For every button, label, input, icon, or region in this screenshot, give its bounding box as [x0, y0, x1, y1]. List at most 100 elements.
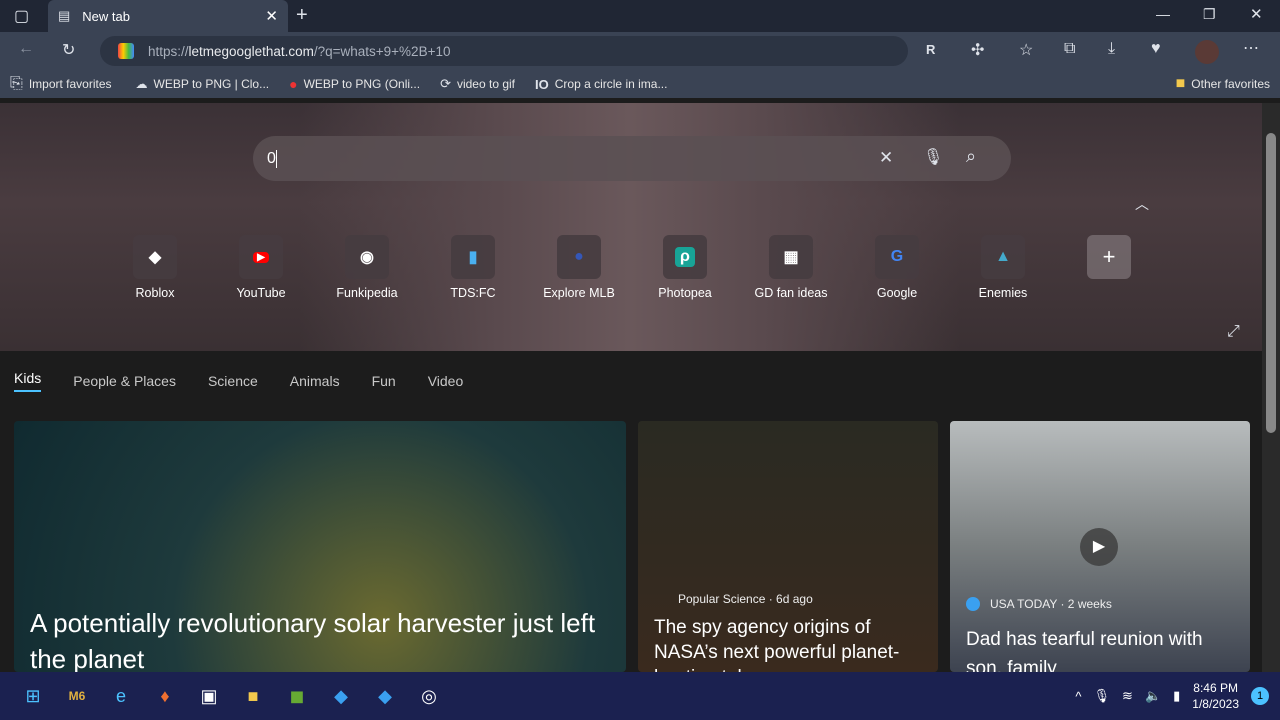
extension-r-icon[interactable]: R — [926, 42, 935, 57]
search-box[interactable]: 0 ✕ 🎙 ⌕ — [253, 136, 1011, 181]
downloads-icon[interactable]: ⤓ — [1108, 40, 1115, 58]
browser-essentials-icon[interactable]: ♥ — [1151, 40, 1161, 58]
tab-animals[interactable]: Animals — [290, 373, 340, 389]
quick-links: ◆ Roblox ▶ YouTube ◉ Funkipedia ▮ TDS:FC ● Ex… — [110, 235, 1154, 300]
tab-video[interactable]: Video — [428, 373, 464, 389]
url-prefix: https:// — [148, 43, 189, 59]
news-card[interactable]: A potentially revolutionary solar harves… — [14, 421, 626, 672]
edge-icon[interactable]: e — [99, 686, 143, 707]
add-shortcut-button[interactable]: + — [1064, 235, 1154, 300]
mlb-icon: ● — [557, 235, 601, 279]
refresh-button[interactable]: ↻ — [62, 40, 75, 60]
news-card[interactable]: Popular Science · 6d ago The spy agency … — [638, 421, 938, 672]
roblox-studio-icon[interactable]: ◆ — [319, 686, 363, 707]
search-icon[interactable]: ⌕ — [966, 146, 976, 167]
expand-icon[interactable]: ⤢ — [1227, 323, 1240, 341]
shortcut-label: Google — [876, 286, 918, 300]
shortcut-youtube[interactable]: ▶ YouTube — [216, 235, 306, 300]
gd-icon: ▦ — [769, 235, 813, 279]
bookmark-item[interactable]: ☁ WEBP to PNG | Clo... — [126, 77, 280, 91]
bookmark-label: video to gif — [456, 77, 516, 91]
tab-fun[interactable]: Fun — [372, 373, 396, 389]
microphone-tray-icon[interactable]: 🎙 — [1094, 688, 1111, 704]
roblox-studio-icon-2[interactable]: ◆ — [363, 686, 407, 707]
plus-icon: + — [1087, 235, 1131, 279]
play-icon[interactable]: ▶ — [1080, 528, 1118, 566]
card-source: USA TODAY · 2 weeks — [990, 597, 1112, 611]
shortcut-label: YouTube — [236, 286, 286, 300]
clear-icon[interactable]: ✕ — [879, 148, 893, 168]
shortcut-photopea[interactable]: ρ Photopea — [640, 235, 730, 300]
shortcut-google[interactable]: G Google — [852, 235, 942, 300]
shortcut-label: Roblox — [135, 286, 175, 300]
favorites-bar: ⎘ Import favorites ☁ WEBP to PNG | Clo... … — [0, 70, 1280, 98]
store-icon[interactable]: ▣ — [187, 686, 231, 707]
close-window-button[interactable]: ✕ — [1250, 5, 1263, 23]
bookmark-item[interactable]: ● WEBP to PNG (Onli... — [279, 76, 430, 92]
shortcut-label: GD fan ideas — [754, 286, 828, 300]
tab-kids[interactable]: Kids — [14, 370, 42, 392]
extensions-icon[interactable]: ✣ — [971, 40, 984, 60]
card-source: Popular Science · 6d ago — [678, 592, 813, 606]
shortcut-gd-fan-ideas[interactable]: ▦ GD fan ideas — [746, 235, 836, 300]
import-icon: ⎘ — [10, 75, 23, 92]
start-icon[interactable]: ⊞ — [11, 686, 55, 707]
more-menu-icon[interactable]: ⋯ — [1243, 38, 1259, 58]
feed-tabs: Kids People & Places Science Animals Fun… — [0, 351, 1262, 411]
enemies-icon: ▲ — [981, 235, 1025, 279]
restore-button[interactable]: ❐ — [1203, 6, 1216, 23]
notification-badge[interactable]: 1 — [1251, 687, 1269, 705]
url-path: /?q=whats+9+%2B+10 — [313, 43, 451, 59]
tab-science[interactable]: Science — [208, 373, 258, 389]
profile-avatar[interactable] — [1195, 40, 1219, 64]
bookmark-item[interactable]: ⟳ video to gif — [430, 76, 525, 92]
shortcut-funkipedia[interactable]: ◉ Funkipedia — [322, 235, 412, 300]
back-button[interactable]: ← — [18, 40, 34, 58]
wifi-icon[interactable]: ≋ — [1122, 688, 1133, 704]
bookmark-label: Import favorites — [28, 77, 112, 91]
close-tab-icon[interactable]: ✕ — [265, 7, 278, 25]
page-icon: ▤ — [58, 8, 71, 23]
bookmark-import-favorites[interactable]: ⎘ Import favorites — [0, 75, 122, 93]
favorites-icon[interactable]: ☆ — [1019, 40, 1033, 60]
address-bar[interactable]: https://letmegooglethat.com/?q=whats+9+%… — [100, 36, 908, 66]
youtube-icon: ▶ — [239, 235, 283, 279]
usa-today-logo — [966, 597, 980, 611]
microphone-icon[interactable]: 🎙 — [923, 147, 943, 167]
obs-icon[interactable]: ◎ — [407, 686, 451, 707]
shortcut-roblox[interactable]: ◆ Roblox — [110, 235, 200, 300]
volume-icon[interactable]: 🔈 — [1145, 688, 1161, 704]
new-tab-button[interactable]: + — [296, 4, 308, 27]
convert-icon: ● — [289, 76, 298, 92]
clock[interactable]: 8:46 PM 1/8/2023 — [1192, 680, 1239, 712]
app-drop-icon[interactable]: ♦ — [143, 686, 187, 707]
bookmark-label: WEBP to PNG (Onli... — [303, 77, 421, 91]
tab-title: New tab — [82, 8, 130, 24]
shortcut-tdsfc[interactable]: ▮ TDS:FC — [428, 235, 518, 300]
tab-actions-icon[interactable]: ▢ — [14, 6, 29, 26]
collections-icon[interactable]: ⧉ — [1064, 40, 1075, 58]
bookmark-item[interactable]: IO Crop a circle in ima... — [525, 77, 677, 92]
minimize-button[interactable]: — — [1156, 6, 1170, 22]
folder-icon: ■ — [1175, 75, 1186, 92]
search-input[interactable]: 0 — [267, 150, 276, 168]
file-explorer-icon[interactable]: ■ — [231, 686, 275, 707]
bookmark-label: WEBP to PNG | Clo... — [153, 77, 270, 91]
google-icon: G — [875, 235, 919, 279]
time: 8:46 PM — [1193, 681, 1238, 695]
m6-app-icon[interactable]: M6 — [55, 689, 99, 703]
news-card[interactable]: ▶ USA TODAY · 2 weeks Dad has tearful re… — [950, 421, 1250, 672]
taskbar: ⊞ M6 e ♦ ▣ ■ ◼ ◆ ◆ ◎ ^ 🎙 ≋ 🔈 ▮ 8:46 PM 1/… — [0, 672, 1280, 720]
date: 1/8/2023 — [1192, 697, 1239, 711]
tab-new-tab[interactable]: ▤ New tab ✕ — [48, 0, 288, 32]
scrollbar[interactable] — [1262, 103, 1280, 672]
shortcut-explore-mlb[interactable]: ● Explore MLB — [534, 235, 624, 300]
collapse-icon[interactable]: ︿ — [1135, 194, 1149, 214]
battery-icon[interactable]: ▮ — [1173, 688, 1180, 704]
show-hidden-icons[interactable]: ^ — [1075, 689, 1081, 704]
other-favorites[interactable]: ■ Other favorites — [1166, 75, 1280, 93]
minecraft-icon[interactable]: ◼ — [275, 686, 319, 707]
card-title: A potentially revolutionary solar harves… — [30, 608, 596, 672]
tab-people-places[interactable]: People & Places — [73, 373, 176, 389]
shortcut-enemies[interactable]: ▲ Enemies — [958, 235, 1048, 300]
